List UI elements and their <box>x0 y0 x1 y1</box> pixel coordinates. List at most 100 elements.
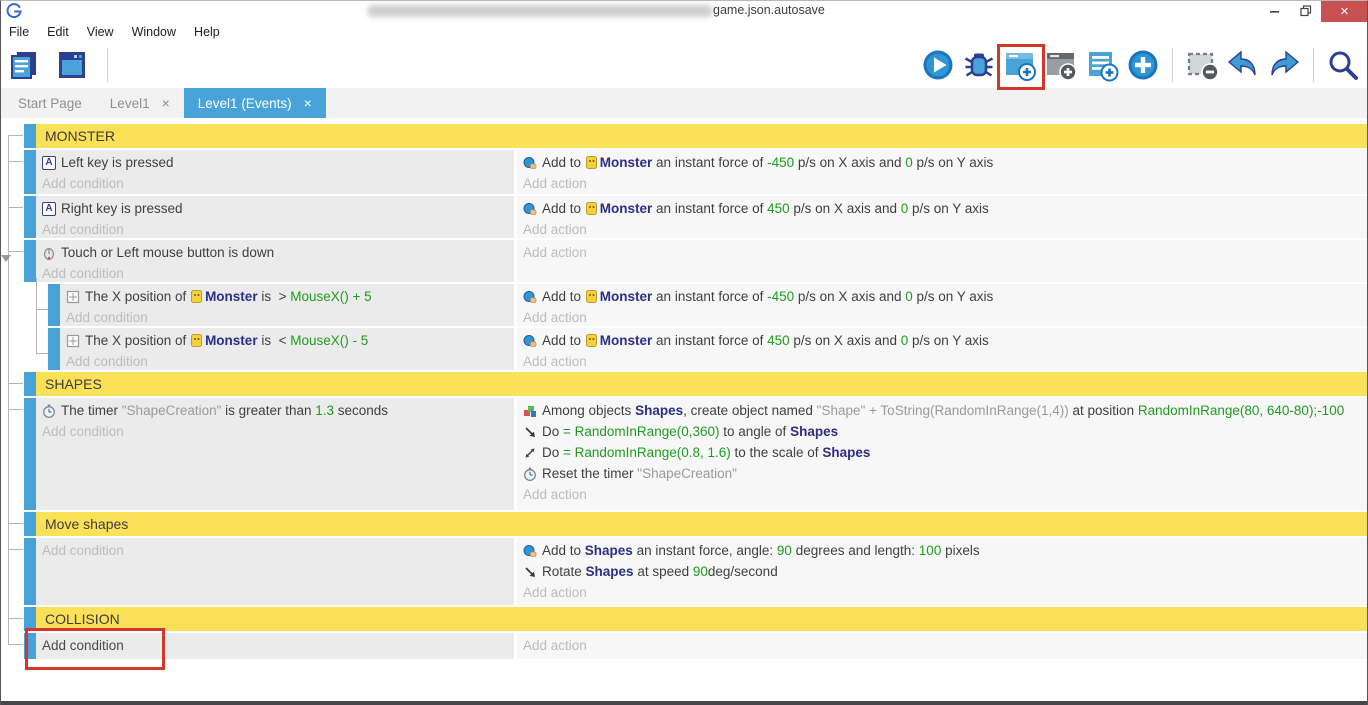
action-line[interactable]: Reset the timer "ShapeCreation" <box>523 463 1362 484</box>
param-value: 450 <box>767 333 790 348</box>
conditions-column: Add condition <box>36 538 514 605</box>
close-icon[interactable]: × <box>304 95 312 111</box>
add-action-button[interactable]: Add action <box>523 582 1362 603</box>
action-line[interactable]: Add to Shapes an instant force, angle: 9… <box>523 540 1362 561</box>
event-row[interactable]: ARight key is pressedAdd condition Add to… <box>24 196 1368 238</box>
action-line[interactable]: Do = RandomInRange(0,360) to angle of Sh… <box>523 421 1362 442</box>
add-condition-button[interactable]: Add condition <box>42 635 508 656</box>
toolbar-separator <box>107 48 108 82</box>
search-button[interactable] <box>1326 48 1360 82</box>
event-group-row[interactable]: MONSTER <box>24 124 1368 148</box>
conditions-column: The timer "ShapeCreation" is greater tha… <box>36 398 514 510</box>
menu-help[interactable]: Help <box>194 25 220 39</box>
add-comment-button[interactable] <box>1044 48 1078 82</box>
tree-guide <box>8 549 23 550</box>
condition-line[interactable]: ARight key is pressed <box>42 198 508 219</box>
add-action-button[interactable]: Add action <box>523 242 1362 263</box>
add-action-button[interactable]: Add action <box>523 173 1362 194</box>
add-action-button[interactable]: Add action <box>523 484 1362 505</box>
undo-button[interactable] <box>1226 48 1260 82</box>
group-title[interactable]: Move shapes <box>36 512 1368 536</box>
sentence-text: is greater than <box>221 403 315 418</box>
add-event-button[interactable] <box>1003 48 1037 82</box>
condition-line[interactable]: The X position of Monster is > MouseX() … <box>66 286 508 307</box>
action-line[interactable]: Add to Monster an instant force of 450 p… <box>523 198 1362 219</box>
condition-line[interactable]: ALeft key is pressed <box>42 152 508 173</box>
add-condition-button[interactable]: Add condition <box>42 219 508 238</box>
event-group-row[interactable]: COLLISION <box>24 607 1368 631</box>
event-group-row[interactable]: Move shapes <box>24 512 1368 536</box>
force-icon <box>523 290 537 304</box>
event-row[interactable]: The X position of Monster is < MouseX() … <box>48 328 1368 370</box>
tree-guide <box>8 135 23 136</box>
event-group-row[interactable]: SHAPES <box>24 372 1368 396</box>
debug-button[interactable] <box>962 48 996 82</box>
deselect-button[interactable] <box>1185 48 1219 82</box>
scene-editor-button[interactable] <box>55 48 89 82</box>
menu-file[interactable]: File <box>9 25 29 39</box>
event-handle <box>24 150 36 194</box>
add-circle-button[interactable] <box>1126 48 1160 82</box>
toolbar-right <box>921 48 1368 82</box>
sentence-text: an instant force of <box>652 201 767 216</box>
action-line[interactable]: Add to Monster an instant force of -450 … <box>523 152 1362 173</box>
event-row[interactable]: ALeft key is pressedAdd condition Add to … <box>24 150 1368 194</box>
project-manager-button[interactable] <box>8 48 42 82</box>
collapse-arrow-icon[interactable] <box>1 255 11 262</box>
condition-line[interactable]: Touch or Left mouse button is down <box>42 242 508 263</box>
object-name: Shapes <box>822 445 870 460</box>
add-action-button[interactable]: Add action <box>523 351 1362 370</box>
add-condition-button[interactable]: Add condition <box>66 351 508 370</box>
menu-edit[interactable]: Edit <box>47 25 69 39</box>
tab-level1-events[interactable]: Level1 (Events)× <box>184 88 326 118</box>
event-handle <box>24 240 36 282</box>
add-action-button[interactable]: Add action <box>523 219 1362 238</box>
condition-line[interactable]: The timer "ShapeCreation" is greater tha… <box>42 400 508 421</box>
tab-start-page[interactable]: Start Page <box>4 88 96 118</box>
add-action-button[interactable]: Add action <box>523 635 1362 656</box>
action-line[interactable]: Add to Monster an instant force of 450 p… <box>523 330 1362 351</box>
param-value: 0 <box>905 155 913 170</box>
actions-column: Add to Monster an instant force of -450 … <box>517 150 1368 194</box>
add-action-button[interactable]: Add action <box>523 307 1362 326</box>
event-row[interactable]: Add condition Add to Shapes an instant fo… <box>24 538 1368 605</box>
group-title[interactable]: COLLISION <box>36 607 1368 631</box>
menu-view[interactable]: View <box>87 25 114 39</box>
close-button[interactable]: × <box>1321 0 1368 22</box>
condition-line[interactable]: The X position of Monster is < MouseX() … <box>66 330 508 351</box>
action-line[interactable]: Rotate Shapes at speed 90deg/second <box>523 561 1362 582</box>
object-name: Shapes <box>635 403 683 418</box>
sentence-text: Add to <box>542 201 585 216</box>
event-row[interactable]: The timer "ShapeCreation" is greater tha… <box>24 398 1368 510</box>
add-condition-button[interactable]: Add condition <box>42 263 508 282</box>
event-row[interactable]: Touch or Left mouse button is downAdd co… <box>24 240 1368 282</box>
add-condition-button[interactable]: Add condition <box>42 540 508 561</box>
event-row[interactable]: The X position of Monster is > MouseX() … <box>48 284 1368 326</box>
action-line[interactable]: Add to Monster an instant force of -450 … <box>523 286 1362 307</box>
menu-window[interactable]: Window <box>132 25 176 39</box>
param-value: MouseX() + 5 <box>290 289 371 304</box>
window-title: game.json.autosave <box>713 3 825 17</box>
redo-button[interactable] <box>1267 48 1301 82</box>
group-title[interactable]: MONSTER <box>36 124 1368 148</box>
minimize-button[interactable] <box>1259 0 1290 22</box>
action-line[interactable]: Among objects Shapes, create object name… <box>523 400 1362 421</box>
tab-level1[interactable]: Level1× <box>96 88 184 118</box>
restore-button[interactable] <box>1290 0 1321 22</box>
add-condition-button[interactable]: Add condition <box>66 307 508 326</box>
sentence-text: The X position of <box>85 333 190 348</box>
mouse-icon <box>42 246 56 260</box>
keyboard-icon: A <box>42 202 56 216</box>
add-condition-button[interactable]: Add condition <box>42 173 508 194</box>
action-line[interactable]: Do = RandomInRange(0.8, 1.6) to the scal… <box>523 442 1362 463</box>
close-icon[interactable]: × <box>162 95 170 111</box>
play-button[interactable] <box>921 48 955 82</box>
add-subevent-button[interactable] <box>1085 48 1119 82</box>
event-row[interactable]: Add condition Add action <box>24 633 1368 659</box>
object-name: Shapes <box>790 424 838 439</box>
scale-icon <box>523 446 537 460</box>
add-condition-button[interactable]: Add condition <box>42 421 508 442</box>
sentence-text: The timer <box>61 403 122 418</box>
group-title[interactable]: SHAPES <box>36 372 1368 396</box>
conditions-column: Add condition <box>36 633 514 659</box>
